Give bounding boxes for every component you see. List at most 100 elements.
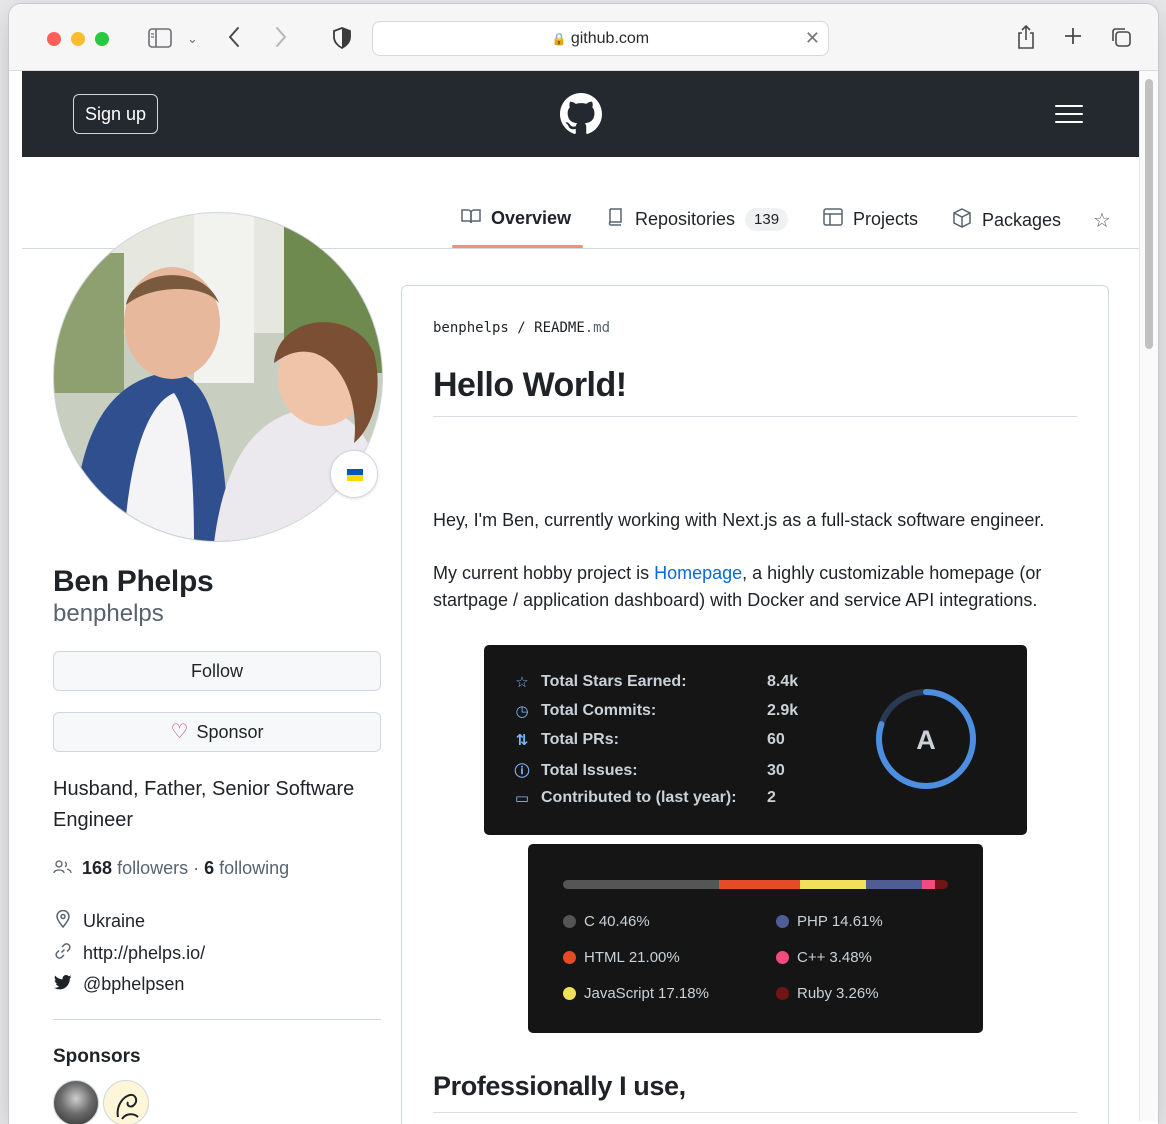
sponsor-button[interactable]: ♡ Sponsor (53, 712, 381, 752)
ukraine-flag-icon (347, 469, 363, 481)
readme-path-user[interactable]: benphelps (433, 320, 509, 336)
status-emoji-button[interactable] (330, 450, 378, 498)
following-link[interactable]: 6 following (204, 858, 289, 878)
share-icon[interactable] (1016, 24, 1036, 54)
followers-link[interactable]: 168 followers (82, 858, 188, 878)
github-logo-icon[interactable] (560, 93, 602, 135)
stat-value: 8.4k (767, 673, 799, 690)
new-tab-icon[interactable] (1063, 26, 1083, 50)
sponsors-heading: Sponsors (53, 1046, 141, 1067)
hobby-prefix: My current hobby project is (433, 563, 655, 583)
maximize-window-button[interactable] (95, 32, 109, 46)
followers-label: followers (117, 858, 189, 878)
profile-website[interactable]: http://phelps.io/ (53, 942, 205, 965)
stat-row: ⇅ Total PRs: 60 (513, 731, 785, 749)
language-percent: 3.26% (836, 985, 879, 1002)
github-header: Sign up (22, 71, 1139, 157)
tab-overview-icon[interactable] (1110, 26, 1132, 52)
tab-projects-label: Projects (853, 209, 919, 229)
profile-twitter[interactable]: @bphelpsen (53, 974, 184, 995)
tab-projects[interactable]: Projects (823, 208, 918, 231)
language-bar-segment (563, 880, 719, 889)
readme-path-ext: .md (584, 320, 611, 336)
language-legend-item: JavaScript 17.18% (563, 985, 709, 1002)
followers-count: 168 (82, 858, 113, 878)
tab-packages-label: Packages (982, 210, 1062, 230)
forward-icon[interactable] (274, 26, 288, 52)
readme-path: benphelps / README.md (433, 320, 610, 336)
readme-intro: Hey, I'm Ben, currently working with Nex… (433, 510, 1045, 530)
language-color-dot (776, 951, 789, 964)
star-icon: ☆ (1093, 210, 1111, 232)
following-count: 6 (204, 858, 215, 878)
sign-up-button[interactable]: Sign up (73, 94, 158, 134)
website-link[interactable]: http://phelps.io/ (83, 943, 205, 964)
tab-overview[interactable]: Overview (461, 208, 571, 229)
lock-icon: 🔒 (551, 32, 567, 46)
language-percent: 17.18% (658, 985, 709, 1002)
twitter-icon (53, 974, 73, 995)
close-window-button[interactable] (47, 32, 61, 46)
people-icon (53, 858, 78, 878)
readme-path-separator: / (517, 320, 526, 336)
readme-title-divider (433, 416, 1077, 417)
link-icon (53, 942, 73, 965)
language-color-dot (563, 915, 576, 928)
repo-icon (605, 208, 625, 231)
minimize-window-button[interactable] (71, 32, 85, 46)
language-percent: 3.48% (829, 949, 872, 966)
language-name: C (584, 913, 595, 930)
tab-repositories[interactable]: Repositories 139 (605, 208, 789, 231)
address-bar[interactable]: 🔒 github.com ✕ (372, 21, 829, 56)
chevron-down-icon[interactable]: ⌄ (187, 29, 198, 49)
follow-button[interactable]: Follow (53, 651, 381, 691)
scrollbar-thumb[interactable] (1145, 79, 1153, 349)
address-url: github.com (570, 30, 650, 47)
profile-name: Ben Phelps (53, 565, 214, 598)
sponsor-avatar[interactable] (103, 1080, 149, 1124)
language-bar-segment (865, 880, 923, 889)
clear-address-icon[interactable]: ✕ (805, 22, 820, 55)
sidebar-toggle-icon[interactable] (148, 28, 172, 52)
stat-label: Total Issues: (541, 761, 638, 779)
language-legend-item: Ruby 3.26% (776, 985, 879, 1002)
language-name: Ruby (797, 985, 833, 1002)
twitter-handle[interactable]: @bphelpsen (83, 974, 184, 995)
language-percent: 14.61% (831, 913, 883, 930)
hamburger-menu-icon[interactable] (1055, 105, 1083, 129)
sponsor-button-label: Sponsor (196, 722, 264, 742)
language-bar-segment (935, 880, 948, 889)
language-name: JavaScript (584, 985, 655, 1002)
stat-value: 30 (767, 761, 785, 779)
stat-label: Total PRs: (541, 731, 619, 748)
repositories-count-badge: 139 (745, 208, 789, 231)
package-icon (952, 208, 972, 233)
sponsor-avatar[interactable] (53, 1080, 99, 1124)
browser-window: ⌄ 🔒 github.com ✕ Sign up Overview Reposi… (9, 4, 1158, 1124)
homepage-link[interactable]: Homepage (654, 563, 742, 583)
stat-row: ◷ Total Commits: 2.9k (513, 702, 798, 720)
book-icon (461, 208, 481, 229)
profile-login: benphelps (53, 600, 164, 627)
language-legend-item: C++ 3.48% (776, 949, 872, 966)
back-icon[interactable] (227, 26, 241, 52)
privacy-shield-icon[interactable] (333, 27, 351, 53)
follow-stats: 168 followers · 6 following (53, 858, 289, 879)
rank-grade: A (916, 725, 936, 755)
top-languages-card: C 40.46% HTML 21.00% JavaScript 17.18% PHP 14.6… (528, 844, 983, 1033)
language-bar-segment (718, 880, 800, 889)
language-name: PHP (797, 913, 828, 930)
readme-hobby: My current hobby project is Homepage, a … (433, 560, 1083, 614)
stat-value: 2.9k (767, 702, 799, 719)
language-legend-item: PHP 14.61% (776, 913, 883, 930)
language-bar-segment (922, 880, 936, 889)
following-label: following (219, 858, 290, 878)
avatar[interactable] (53, 212, 383, 542)
github-stats-card: ☆ Total Stars Earned: 8.4k ◷ Total Commits: 2… (484, 645, 1027, 835)
tab-packages[interactable]: Packages (952, 208, 1061, 233)
language-legend-item: HTML 21.00% (563, 949, 680, 966)
tab-stars[interactable]: ☆ (1092, 208, 1112, 233)
language-legend-item: C 40.46% (563, 913, 650, 930)
language-color-dot (563, 951, 576, 964)
page-scrollbar[interactable] (1139, 71, 1158, 1121)
